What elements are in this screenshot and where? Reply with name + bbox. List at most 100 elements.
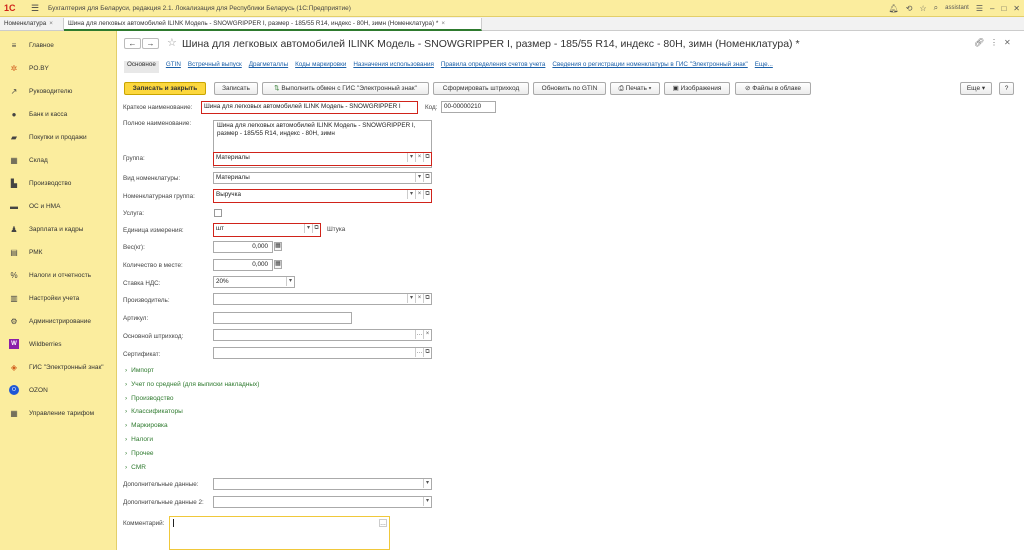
link-icon[interactable]: 🔗︎ [974, 38, 984, 47]
sidebar-item-salary[interactable]: ♟ Зарплата и кадры [0, 218, 117, 240]
print-button[interactable]: ⎙ Печать ▾ [610, 82, 660, 95]
qty-field[interactable]: 0,000 [213, 259, 273, 271]
gis-exchange-button[interactable]: ⇅ Выполнить обмен с ГИС "Электронный зна… [262, 82, 429, 95]
close-tab-icon[interactable]: × [441, 20, 445, 27]
weight-field[interactable]: 0,000 [213, 241, 273, 253]
open-link-icon[interactable]: ⧉ [423, 190, 431, 199]
comment-textarea[interactable]: … [169, 516, 390, 550]
group-taxes[interactable]: › Налоги [125, 436, 153, 443]
dropdown-icon[interactable]: ▾ [304, 224, 312, 233]
dropdown-icon[interactable]: ▾ [423, 479, 431, 488]
link-usage[interactable]: Назначения использования [353, 61, 434, 73]
tab-item-form[interactable]: Шина для легковых автомобилей ILINK Моде… [64, 18, 482, 31]
open-link-icon[interactable]: ⧉ [423, 153, 431, 162]
history-icon[interactable]: ⟲ [906, 4, 913, 13]
open-link-icon[interactable]: ⧉ [423, 294, 431, 303]
back-button[interactable]: ← [124, 38, 141, 49]
open-link-icon[interactable]: ⧉ [423, 348, 431, 357]
group-average-accounting[interactable]: › Учет по средней (для выписки накладных) [125, 381, 259, 388]
maximize-icon[interactable]: □ [1001, 4, 1006, 13]
vat-field[interactable]: 20% ▾ [213, 276, 295, 288]
dropdown-icon[interactable]: ▾ [407, 294, 415, 303]
sidebar-item-tariff[interactable]: ▦ Управление тарифом [0, 402, 117, 424]
update-gtin-button[interactable]: Обновить по GTIN [533, 82, 606, 95]
maker-field[interactable]: ▾ × ⧉ [213, 293, 432, 305]
select-icon[interactable]: … [415, 330, 423, 339]
link-account-rules[interactable]: Правила определения счетов учета [441, 61, 546, 73]
short-name-field[interactable]: Шина для легковых автомобилей ILINK Моде… [201, 101, 418, 114]
code-field[interactable]: 00-00000210 [441, 101, 496, 113]
group-production[interactable]: › Производство [125, 395, 174, 402]
extra2-field[interactable]: ▾ [213, 496, 432, 508]
group-classifiers[interactable]: › Классификаторы [125, 408, 183, 415]
more-vertical-icon[interactable]: ⋮ [990, 38, 998, 47]
dropdown-icon[interactable]: ▾ [407, 153, 415, 162]
dropdown-icon[interactable]: ▾ [415, 173, 423, 182]
main-menu-icon[interactable]: ☰ [31, 3, 39, 14]
close-icon[interactable]: ✕ [1013, 4, 1020, 13]
link-counter-release[interactable]: Встречный выпуск [188, 61, 242, 73]
save-close-button[interactable]: Записать и закрыть [124, 82, 206, 95]
link-marking-codes[interactable]: Коды маркировки [295, 61, 346, 73]
link-more[interactable]: Еще... [755, 61, 773, 73]
sidebar-item-ozon[interactable]: O OZON [0, 379, 117, 401]
save-button[interactable]: Записать [214, 82, 258, 95]
group-import[interactable]: › Импорт [125, 367, 154, 374]
clear-icon[interactable]: × [415, 153, 423, 162]
favorite-star-icon[interactable]: ☆ [167, 36, 177, 49]
group-marking[interactable]: › Маркировка [125, 422, 168, 429]
article-field[interactable] [213, 312, 352, 324]
select-icon[interactable]: … [415, 348, 423, 357]
dropdown-icon[interactable]: ▾ [286, 277, 294, 286]
nomgroup-field[interactable]: Выручка ▾ × ⧉ [213, 189, 432, 203]
dropdown-icon[interactable]: ▾ [423, 497, 431, 506]
sidebar-item-wildberries[interactable]: W Wildberries [0, 333, 117, 355]
group-field[interactable]: Материалы ▾ × ⧉ [213, 152, 432, 166]
images-button[interactable]: ▣ Изображения [664, 82, 730, 95]
open-link-icon[interactable]: ⧉ [423, 173, 431, 182]
unit-field[interactable]: шт ▾ ⧉ [213, 223, 321, 237]
user-name[interactable]: assistant [945, 5, 969, 11]
link-gtin[interactable]: GTIN [166, 61, 181, 73]
cloud-files-button[interactable]: ⊘ Файлы в облаке [735, 82, 811, 95]
sidebar-item-poby[interactable]: ✲ PO.BY [0, 57, 117, 79]
open-link-icon[interactable]: ⧉ [312, 224, 320, 233]
settings-menu-icon[interactable]: ☰ [976, 4, 983, 13]
dropdown-icon[interactable]: ▾ [407, 190, 415, 199]
close-tab-icon[interactable]: × [49, 20, 53, 27]
barcode-field[interactable]: … × [213, 329, 432, 341]
more-button[interactable]: Еще ▾ [960, 82, 992, 95]
close-form-icon[interactable]: ✕ [1004, 38, 1011, 47]
sidebar-item-gis[interactable]: ◈ ГИС "Электронный знак" [0, 356, 117, 378]
sidebar-item-production[interactable]: ▙ Производство [0, 172, 117, 194]
calculator-icon[interactable]: ▦ [274, 242, 282, 251]
service-checkbox[interactable] [214, 209, 222, 217]
tab-nomenclature[interactable]: Номенклатура × [0, 18, 64, 31]
group-other[interactable]: › Прочее [125, 450, 154, 457]
extra1-field[interactable]: ▾ [213, 478, 432, 490]
sidebar-item-taxes[interactable]: % Налоги и отчетность [0, 264, 117, 286]
link-main[interactable]: Основное [124, 61, 159, 73]
sidebar-item-rmk[interactable]: ▤ РМК [0, 241, 117, 263]
group-cmr[interactable]: › CMR [125, 464, 146, 471]
sidebar-item-assets[interactable]: ▬ ОС и НМА [0, 195, 117, 217]
clear-icon[interactable]: × [415, 190, 423, 199]
sidebar-item-settings[interactable]: ▥ Настройки учета [0, 287, 117, 309]
minimize-icon[interactable]: – [990, 4, 994, 13]
sidebar-item-manager[interactable]: ↗ Руководителю [0, 80, 117, 102]
favorite-star-icon[interactable]: ☆ [919, 4, 926, 13]
help-button[interactable]: ? [999, 82, 1014, 95]
sidebar-item-main[interactable]: ≡ Главное [0, 34, 117, 56]
generate-barcode-button[interactable]: Сформировать штрихкод [433, 82, 529, 95]
sidebar-item-bank[interactable]: ● Банк и касса [0, 103, 117, 125]
kind-field[interactable]: Материалы ▾ ⧉ [213, 172, 432, 184]
clear-icon[interactable]: × [423, 330, 431, 339]
clear-icon[interactable]: × [415, 294, 423, 303]
search-icon[interactable]: ⌕ [934, 3, 938, 13]
select-icon[interactable]: … [379, 519, 387, 527]
calculator-icon[interactable]: ▦ [274, 260, 282, 269]
bell-icon[interactable]: 🔔︎ [889, 4, 899, 13]
sidebar-item-warehouse[interactable]: ▦ Склад [0, 149, 117, 171]
sidebar-item-purchases[interactable]: ▰ Покупки и продажи [0, 126, 117, 148]
sidebar-item-admin[interactable]: ⚙ Администрирование [0, 310, 117, 332]
